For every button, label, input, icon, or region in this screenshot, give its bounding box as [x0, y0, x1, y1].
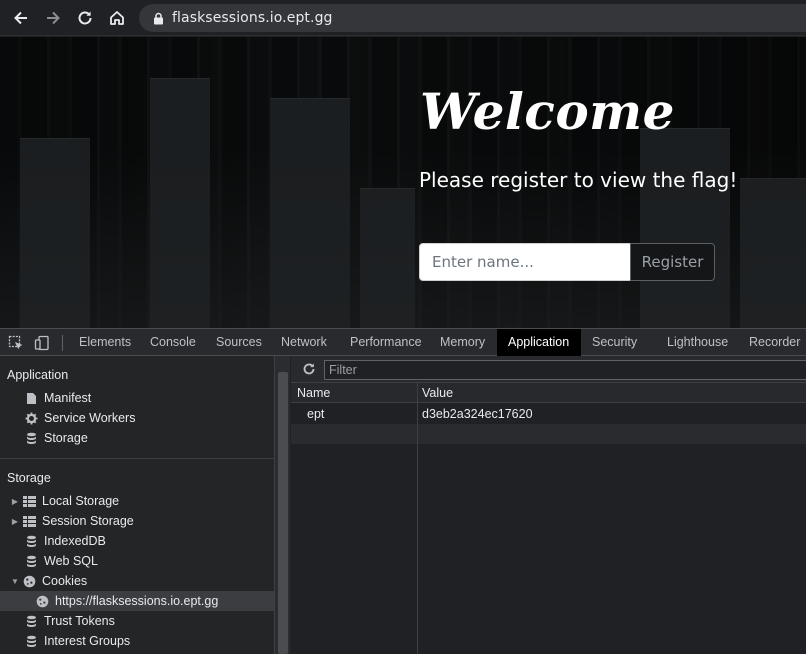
- sidebar-item-indexeddb[interactable]: IndexedDB: [0, 531, 274, 551]
- tab-sources[interactable]: Sources: [205, 329, 273, 356]
- background-building: [360, 188, 415, 328]
- cookie-icon: [22, 574, 36, 588]
- filter-input[interactable]: [324, 360, 806, 380]
- sidebar-item-label: Web SQL: [44, 554, 98, 568]
- tab-lighthouse[interactable]: Lighthouse: [656, 329, 739, 356]
- tab-security[interactable]: Security: [581, 329, 648, 356]
- page-subtitle: Please register to view the flag!: [419, 168, 738, 192]
- cookie-icon: [35, 594, 49, 608]
- database-icon: [24, 634, 38, 648]
- sidebar-item-label: Local Storage: [42, 494, 120, 508]
- reload-icon[interactable]: [72, 5, 98, 31]
- collapse-arrow-icon[interactable]: ▼: [10, 575, 20, 587]
- sidebar-item-label: Manifest: [44, 391, 92, 405]
- column-header-value[interactable]: Value: [422, 383, 453, 403]
- table-row-empty[interactable]: [291, 424, 806, 444]
- sidebar-item-cookie-origin[interactable]: https://flasksessions.io.ept.gg: [0, 591, 274, 611]
- column-header-name[interactable]: Name: [297, 383, 330, 403]
- section-title-storage: Storage: [7, 471, 51, 485]
- sidebar-item-label: Interest Groups: [44, 634, 131, 648]
- database-icon: [24, 431, 38, 445]
- column-divider: [417, 383, 418, 654]
- background-building: [640, 128, 730, 328]
- background-building: [270, 98, 350, 328]
- device-toolbar-icon[interactable]: [33, 334, 51, 352]
- sidebar-item-manifest[interactable]: Manifest: [0, 388, 274, 408]
- tab-elements[interactable]: Elements: [68, 329, 142, 356]
- sidebar-item-interest-groups[interactable]: Interest Groups: [0, 631, 274, 651]
- tab-console[interactable]: Console: [139, 329, 207, 356]
- web-page: Welcome Please register to view the flag…: [0, 37, 806, 328]
- devtools-panel: Elements Console Sources Network Perform…: [0, 328, 806, 654]
- table-header: Name Value: [291, 383, 806, 403]
- home-icon[interactable]: [104, 5, 130, 31]
- background-building: [150, 78, 210, 328]
- tab-application[interactable]: Application: [497, 329, 581, 356]
- background-building: [20, 138, 90, 328]
- page-title: Welcome: [420, 82, 675, 141]
- sidebar-item-label: https://flasksessions.io.ept.gg: [55, 594, 219, 608]
- inspect-element-icon[interactable]: [7, 334, 25, 352]
- database-icon: [24, 554, 38, 568]
- gear-icon: [24, 411, 38, 425]
- sidebar-item-session-storage[interactable]: ▶ Session Storage: [0, 511, 274, 531]
- expand-arrow-icon[interactable]: ▶: [10, 515, 20, 527]
- tab-recorder[interactable]: Recorder: [738, 329, 806, 356]
- sidebar-scrollbar[interactable]: [274, 356, 290, 654]
- lock-icon[interactable]: [151, 11, 165, 25]
- table-grid-icon: [22, 494, 36, 508]
- expand-arrow-icon[interactable]: ▶: [10, 495, 20, 507]
- toolbar-divider: [62, 335, 63, 351]
- sidebar-item-label: Cookies: [42, 574, 88, 588]
- tab-network[interactable]: Network: [270, 329, 338, 356]
- address-bar[interactable]: flasksessions.io.ept.gg: [139, 4, 806, 32]
- table-row[interactable]: ept d3eb2a324ec17620: [291, 404, 806, 424]
- sidebar-item-service-workers[interactable]: Service Workers: [0, 408, 274, 428]
- sidebar-item-local-storage[interactable]: ▶ Local Storage: [0, 491, 274, 511]
- sidebar-divider: [0, 458, 274, 459]
- cookie-toolbar: [291, 356, 806, 383]
- devtools-tab-bar: Elements Console Sources Network Perform…: [0, 328, 806, 356]
- sidebar-item-web-sql[interactable]: Web SQL: [0, 551, 274, 571]
- file-icon: [24, 391, 38, 405]
- cookie-value-cell[interactable]: d3eb2a324ec17620: [422, 404, 533, 424]
- name-input[interactable]: [419, 243, 631, 281]
- sidebar-item-label: IndexedDB: [44, 534, 106, 548]
- browser-toolbar: flasksessions.io.ept.gg: [0, 0, 806, 36]
- sidebar-item-label: Service Workers: [44, 411, 136, 425]
- refresh-icon[interactable]: [301, 361, 317, 377]
- back-arrow-icon[interactable]: [8, 5, 34, 31]
- scrollbar-thumb[interactable]: [278, 372, 288, 654]
- tab-memory[interactable]: Memory: [429, 329, 496, 356]
- sidebar-item-trust-tokens[interactable]: Trust Tokens: [0, 611, 274, 631]
- cookie-panel: Name Value ept d3eb2a324ec17620: [291, 356, 806, 654]
- sidebar-item-cookies[interactable]: ▼ Cookies: [0, 571, 274, 591]
- database-icon: [24, 614, 38, 628]
- forward-arrow-icon[interactable]: [40, 5, 66, 31]
- sidebar-item-label: Storage: [44, 431, 88, 445]
- sidebar-item-label: Session Storage: [42, 514, 134, 528]
- section-title-application: Application: [7, 368, 69, 382]
- database-icon: [24, 534, 38, 548]
- background-building: [740, 178, 806, 328]
- sidebar-item-storage[interactable]: Storage: [0, 428, 274, 448]
- url-text: flasksessions.io.ept.gg: [172, 10, 333, 26]
- sidebar-item-label: Trust Tokens: [44, 614, 115, 628]
- register-button[interactable]: Register: [630, 243, 715, 281]
- tab-performance[interactable]: Performance: [339, 329, 433, 356]
- cookie-name-cell[interactable]: ept: [307, 404, 324, 424]
- application-sidebar: Application Manifest Service Workers Sto…: [0, 356, 274, 654]
- table-grid-icon: [22, 514, 36, 528]
